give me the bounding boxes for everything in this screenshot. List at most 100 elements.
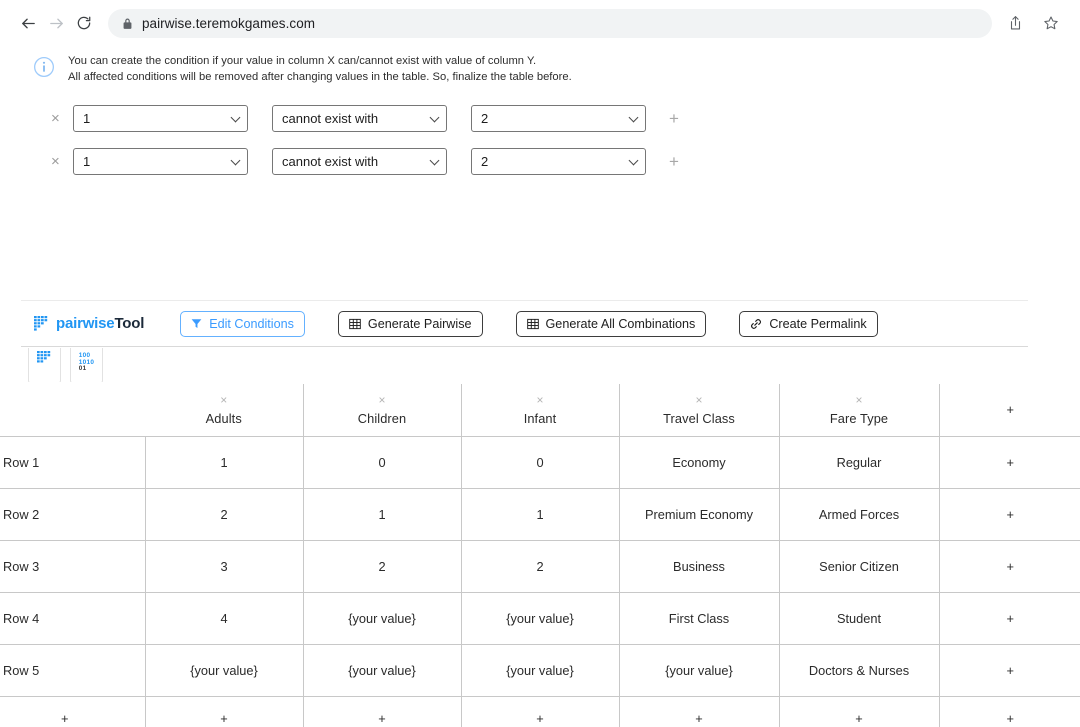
add-column-button[interactable]: +: [939, 384, 1080, 437]
table-cell[interactable]: {your value}: [461, 644, 620, 697]
column-header-label: Travel Class: [663, 410, 735, 426]
data-table-container: × Adults × Children × Infant × Travel Cl…: [0, 384, 1080, 727]
table-cell[interactable]: {your value}: [619, 644, 780, 697]
table-cell[interactable]: Senior Citizen: [779, 540, 940, 593]
binary-view-tab[interactable]: 100 1010 01: [70, 348, 103, 382]
remove-column-button[interactable]: ×: [220, 394, 227, 406]
table-cell[interactable]: 1: [303, 488, 462, 541]
remove-condition-button[interactable]: ×: [51, 154, 73, 169]
table-cell[interactable]: Business: [619, 540, 780, 593]
add-column-button[interactable]: +: [939, 592, 1080, 645]
back-button[interactable]: [14, 9, 42, 37]
add-cell-button[interactable]: +: [303, 696, 462, 727]
bookmark-button[interactable]: [1036, 8, 1066, 38]
reload-icon: [77, 16, 91, 30]
edit-conditions-button[interactable]: Edit Conditions: [180, 310, 305, 337]
table-cell[interactable]: 2: [145, 488, 304, 541]
row-label: Row 1: [3, 454, 40, 470]
add-condition-button[interactable]: +: [669, 153, 679, 170]
table-cell[interactable]: {your value}: [461, 592, 620, 645]
table-cell[interactable]: Premium Economy: [619, 488, 780, 541]
table-view-tab[interactable]: [28, 348, 61, 382]
share-icon: [1010, 16, 1020, 30]
column-header-infant[interactable]: × Infant: [461, 384, 620, 437]
condition-operator-select[interactable]: cannot exist with: [272, 147, 447, 175]
info-line-1: You can create the condition if your val…: [68, 55, 537, 67]
table-cell[interactable]: 0: [461, 436, 620, 489]
condition-column-y-select[interactable]: 2: [471, 147, 646, 175]
add-column-button[interactable]: +: [939, 540, 1080, 593]
address-bar[interactable]: pairwise.teremokgames.com: [108, 8, 992, 38]
row-label-cell: × Row 2: [0, 488, 146, 541]
reload-button[interactable]: [70, 9, 98, 37]
add-cell-button[interactable]: +: [939, 696, 1080, 727]
lock-icon: [122, 17, 133, 30]
generate-pairwise-button[interactable]: Generate Pairwise: [337, 310, 483, 337]
add-cell-button[interactable]: +: [779, 696, 940, 727]
remove-column-button[interactable]: ×: [695, 394, 702, 406]
add-row-button[interactable]: +: [0, 696, 146, 727]
logo-primary-text: pairwise: [56, 315, 115, 332]
info-line-2: All affected conditions will be removed …: [68, 70, 572, 83]
table-cell[interactable]: 2: [303, 540, 462, 593]
table-cell[interactable]: 0: [303, 436, 462, 489]
table-cell[interactable]: {your value}: [303, 644, 462, 697]
condition-row: × 1 cannot exist with 2 +: [51, 101, 1028, 135]
create-permalink-button[interactable]: Create Permalink: [739, 310, 878, 337]
add-column-button[interactable]: +: [939, 644, 1080, 697]
condition-column-y-select[interactable]: 2: [471, 104, 646, 132]
remove-column-button[interactable]: ×: [855, 394, 862, 406]
table-header-row: × Adults × Children × Infant × Travel Cl…: [0, 384, 1080, 437]
condition-operator-value: cannot exist with: [282, 153, 379, 169]
edit-conditions-label: Edit Conditions: [209, 316, 294, 331]
table-cell[interactable]: {your value}: [303, 592, 462, 645]
column-header-children[interactable]: × Children: [303, 384, 462, 437]
row-label: Row 5: [3, 662, 40, 678]
star-icon: [1044, 16, 1058, 30]
row-label-cell: × Row 1: [0, 436, 146, 489]
table-row: × Row 2 2 1 1 Premium Economy Armed Forc…: [0, 488, 1080, 541]
add-column-button[interactable]: +: [939, 436, 1080, 489]
table-cell[interactable]: 1: [461, 488, 620, 541]
share-button[interactable]: [1000, 8, 1030, 38]
app-logo-text: pairwiseTool: [56, 315, 144, 332]
table-cell[interactable]: First Class: [619, 592, 780, 645]
table-cell[interactable]: 2: [461, 540, 620, 593]
forward-button[interactable]: [42, 9, 70, 37]
binary-line-3: 01: [78, 365, 87, 372]
add-condition-button[interactable]: +: [669, 110, 679, 127]
column-header-adults[interactable]: × Adults: [145, 384, 304, 437]
condition-column-x-select[interactable]: 1: [73, 147, 248, 175]
column-header-travel-class[interactable]: × Travel Class: [619, 384, 780, 437]
table-cell[interactable]: 1: [145, 436, 304, 489]
column-header-fare-type[interactable]: × Fare Type: [779, 384, 940, 437]
condition-operator-select[interactable]: cannot exist with: [272, 104, 447, 132]
conditions-panel: You can create the condition if your val…: [21, 46, 1028, 301]
table-cell[interactable]: 3: [145, 540, 304, 593]
add-cell-button[interactable]: +: [461, 696, 620, 727]
chevron-down-icon: [230, 155, 241, 166]
table-cell[interactable]: 4: [145, 592, 304, 645]
chevron-down-icon: [230, 112, 241, 123]
remove-column-button[interactable]: ×: [378, 394, 385, 406]
table-cell[interactable]: Student: [779, 592, 940, 645]
table-cell[interactable]: Economy: [619, 436, 780, 489]
table-body: × Row 1 1 0 0 Economy Regular + ×: [0, 436, 1080, 727]
generate-all-combinations-button[interactable]: Generate All Combinations: [515, 310, 707, 337]
table-icon: [526, 318, 539, 330]
table-cell[interactable]: Regular: [779, 436, 940, 489]
add-cell-button[interactable]: +: [145, 696, 304, 727]
grid-icon: [37, 351, 51, 363]
table-cell[interactable]: {your value}: [145, 644, 304, 697]
add-column-button[interactable]: +: [939, 488, 1080, 541]
condition-column-y-value: 2: [481, 110, 489, 126]
table-header: × Adults × Children × Infant × Travel Cl…: [0, 384, 1080, 437]
table-cell[interactable]: Doctors & Nurses: [779, 644, 940, 697]
condition-column-x-select[interactable]: 1: [73, 104, 248, 132]
remove-condition-button[interactable]: ×: [51, 111, 73, 126]
add-cell-button[interactable]: +: [619, 696, 780, 727]
table-cell[interactable]: Armed Forces: [779, 488, 940, 541]
view-tabstrip: 100 1010 01: [21, 348, 1028, 384]
remove-column-button[interactable]: ×: [536, 394, 543, 406]
info-icon: [33, 56, 55, 83]
